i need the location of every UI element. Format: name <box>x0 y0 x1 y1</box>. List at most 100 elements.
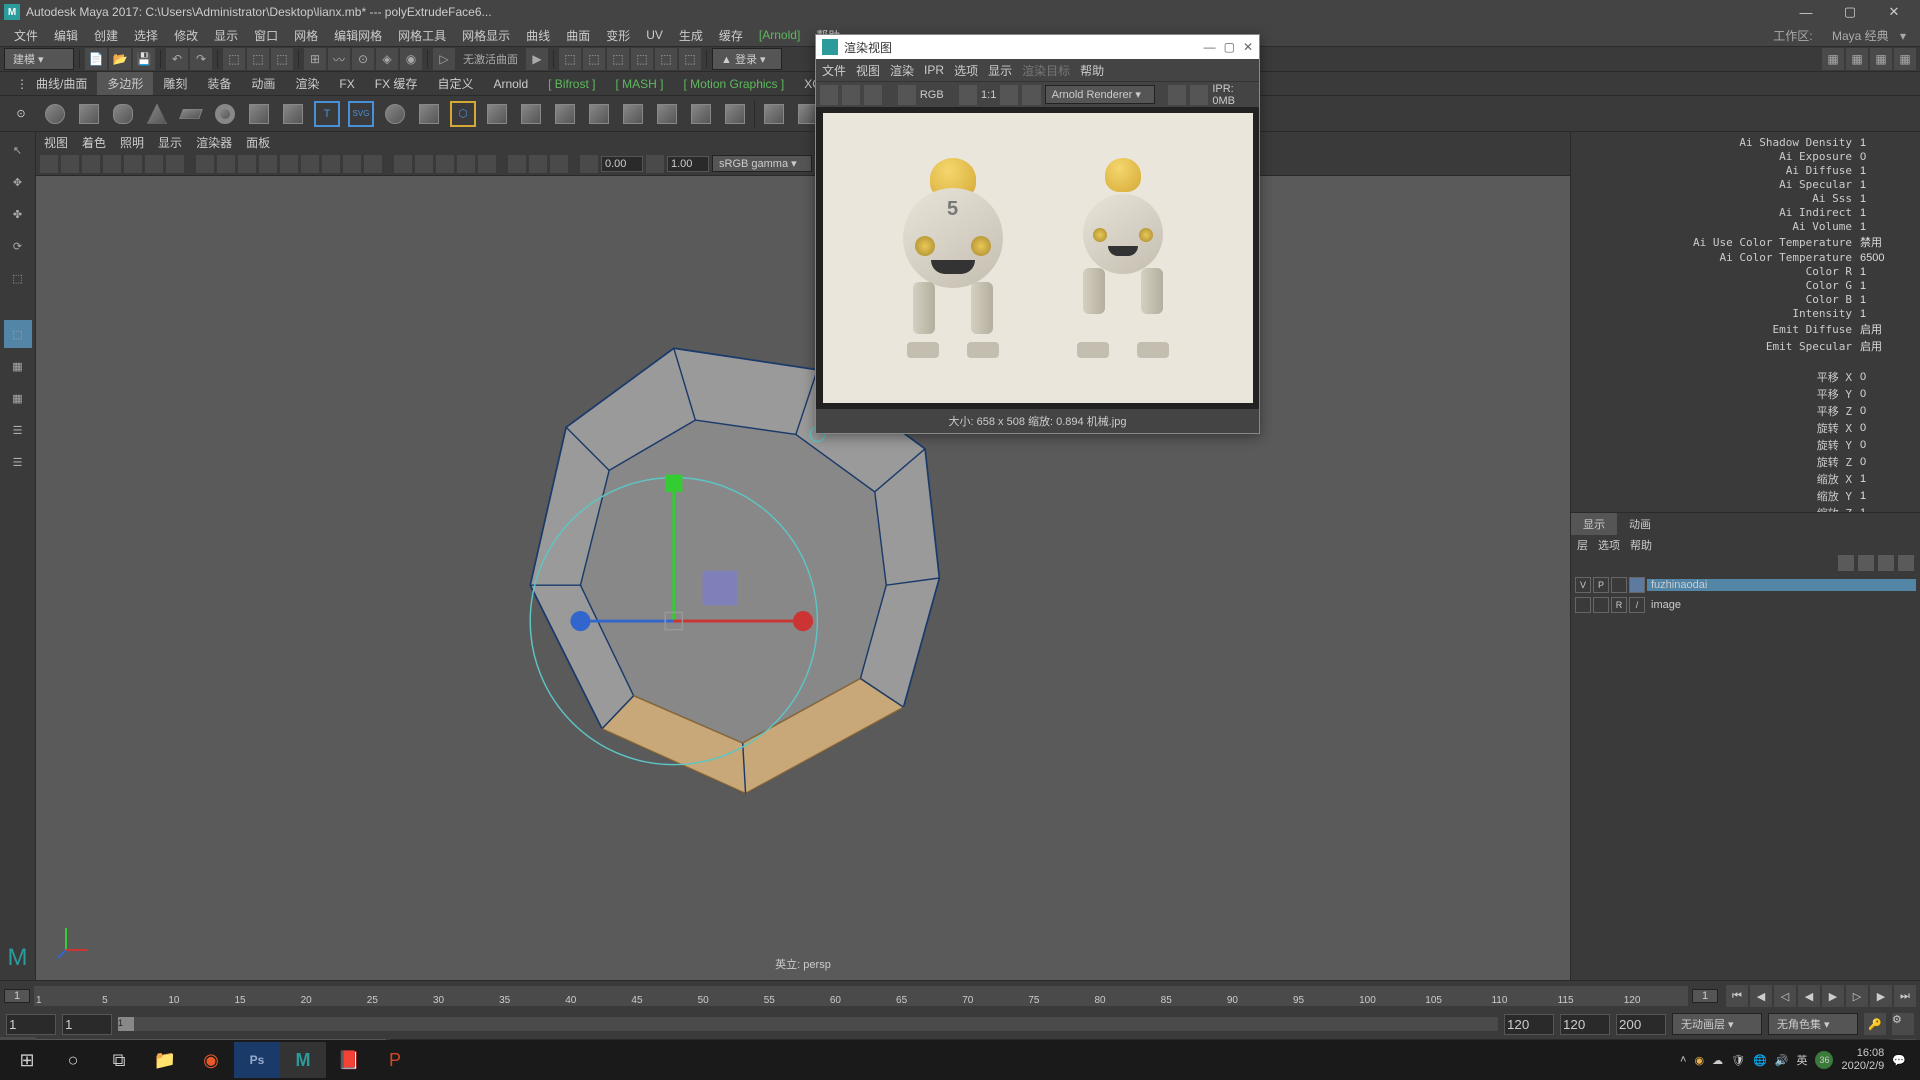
color-space-dropdown[interactable]: sRGB gamma ▾ <box>712 155 812 172</box>
undo-icon[interactable]: ↶ <box>166 48 188 70</box>
poly-plane-icon[interactable] <box>176 99 206 129</box>
vp-tool-icon[interactable] <box>550 155 568 173</box>
attr-value[interactable]: 1 <box>1860 207 1910 219</box>
snap-plane-icon[interactable]: ◈ <box>376 48 398 70</box>
attr-value[interactable]: 1 <box>1860 221 1910 233</box>
separate-icon[interactable] <box>516 99 546 129</box>
attr-value[interactable]: 0 <box>1860 439 1910 451</box>
range-end2-field[interactable] <box>1616 1014 1666 1035</box>
attr-value[interactable]: 1 <box>1860 490 1910 502</box>
shelf-tab[interactable]: 渲染 <box>285 72 329 95</box>
attr-value[interactable]: 1 <box>1860 137 1910 149</box>
layer-menu-item[interactable]: 帮助 <box>1630 537 1652 553</box>
vp-menu-item[interactable]: 显示 <box>158 134 182 151</box>
playback-end-field[interactable] <box>1504 1014 1554 1035</box>
shelf-tab[interactable]: [ MASH ] <box>605 74 673 94</box>
outliner-icon[interactable]: ☰ <box>4 416 32 444</box>
rotate-tool-icon[interactable]: ⟳ <box>4 232 32 260</box>
open-scene-icon[interactable]: 📂 <box>109 48 131 70</box>
vp-tool-icon[interactable] <box>478 155 496 173</box>
render-menu-item[interactable]: 文件 <box>822 62 846 79</box>
maya-taskbar-icon[interactable]: M <box>280 1042 326 1078</box>
login-dropdown[interactable]: ▲ 登录 ▾ <box>712 48 782 70</box>
shelf-tab[interactable]: Arnold <box>483 74 538 94</box>
menu-item[interactable]: 曲面 <box>558 24 598 47</box>
stop-icon[interactable] <box>1190 85 1208 105</box>
render-menu-item[interactable]: 选项 <box>954 62 978 79</box>
menu-item[interactable]: 变形 <box>598 24 638 47</box>
exposure-input[interactable] <box>601 156 643 172</box>
menu-item[interactable]: 缓存 <box>711 24 751 47</box>
vp-tool-icon[interactable] <box>580 155 598 173</box>
poly-platonic-icon[interactable] <box>414 99 444 129</box>
vp-tool-icon[interactable] <box>529 155 547 173</box>
attr-value[interactable]: 1 <box>1860 294 1910 306</box>
panel-toggle-icon[interactable]: ▦ <box>1822 48 1844 70</box>
vp-tool-icon[interactable] <box>364 155 382 173</box>
snap-point-icon[interactable]: ⊙ <box>352 48 374 70</box>
snap-grid-icon[interactable]: ⊞ <box>304 48 326 70</box>
vp-tool-icon[interactable] <box>415 155 433 173</box>
single-pane-icon[interactable]: ▦ <box>4 352 32 380</box>
layer-playback-toggle[interactable]: P <box>1593 577 1609 593</box>
minimize-button[interactable]: — <box>1204 40 1216 54</box>
select-tool-icon[interactable]: ↖ <box>4 136 32 164</box>
layer-menu-item[interactable]: 选项 <box>1598 537 1620 553</box>
shelf-tab[interactable]: 雕刻 <box>153 72 197 95</box>
render-menu-item[interactable]: 帮助 <box>1080 62 1104 79</box>
attr-value[interactable]: 1 <box>1860 179 1910 191</box>
type-tool-icon[interactable]: T <box>312 99 342 129</box>
layer-type-toggle[interactable] <box>1611 577 1627 593</box>
menu-set-dropdown[interactable]: 建模 ▾ <box>4 48 74 70</box>
pause-icon[interactable] <box>1168 85 1186 105</box>
notifications-icon[interactable]: 💬 <box>1892 1054 1906 1067</box>
keep-image-icon[interactable] <box>959 85 977 105</box>
layer-menu-item[interactable]: 层 <box>1577 537 1588 553</box>
play-back-icon[interactable]: ◀ <box>1798 985 1820 1007</box>
layer-color-swatch[interactable]: / <box>1629 597 1645 613</box>
layer-row[interactable]: V P fuzhinaodai <box>1571 575 1920 595</box>
close-button[interactable]: ✕ <box>1872 0 1916 24</box>
settings-icon[interactable] <box>1022 85 1040 105</box>
go-end-icon[interactable]: ⏭ <box>1894 985 1916 1007</box>
render-menu-item[interactable]: IPR <box>924 63 944 77</box>
menu-item[interactable]: 生成 <box>671 24 711 47</box>
vp-tool-icon[interactable] <box>166 155 184 173</box>
clock[interactable]: 16:082020/2/9 <box>1841 1047 1884 1073</box>
vp-tool-icon[interactable] <box>124 155 142 173</box>
render-menu-item[interactable]: 显示 <box>988 62 1012 79</box>
anim-layer-dropdown[interactable]: 无动画层 ▾ <box>1672 1013 1762 1035</box>
render-setup-icon[interactable]: ⬚ <box>679 48 701 70</box>
layer-up-icon[interactable] <box>1838 555 1854 571</box>
new-scene-icon[interactable]: 📄 <box>85 48 107 70</box>
doc-icon[interactable]: 📕 <box>326 1042 372 1078</box>
attr-value[interactable]: 启用 <box>1860 338 1910 354</box>
menu-item[interactable]: 选择 <box>126 24 166 47</box>
vp-tool-icon[interactable] <box>646 155 664 173</box>
vp-menu-item[interactable]: 视图 <box>44 134 68 151</box>
auto-key-icon[interactable]: 🔑 <box>1864 1013 1886 1035</box>
powerpoint-icon[interactable]: P <box>372 1042 418 1078</box>
append-icon[interactable] <box>720 99 750 129</box>
tray-icon[interactable]: 🛡 <box>1731 1054 1745 1067</box>
vp-menu-item[interactable]: 渲染器 <box>196 134 232 151</box>
render-menu-item[interactable]: 渲染 <box>890 62 914 79</box>
snap-live-icon[interactable]: ◉ <box>400 48 422 70</box>
render-icon[interactable] <box>820 85 838 105</box>
panel-toggle-icon[interactable]: ▦ <box>1894 48 1916 70</box>
persp-outliner-icon[interactable]: ☰ <box>4 448 32 476</box>
extrude-icon[interactable] <box>618 99 648 129</box>
app-icon[interactable]: ◉ <box>188 1042 234 1078</box>
make-live-icon[interactable]: ▶ <box>526 48 548 70</box>
network-icon[interactable]: 🌐 <box>1753 1054 1767 1067</box>
file-explorer-icon[interactable]: 📁 <box>142 1042 188 1078</box>
real-size-icon[interactable] <box>1000 85 1018 105</box>
menu-item[interactable]: 修改 <box>166 24 206 47</box>
current-frame-field[interactable]: 1 <box>1692 989 1718 1003</box>
layer-type-toggle[interactable]: R <box>1611 597 1627 613</box>
svg-tool-icon[interactable]: SVG <box>346 99 376 129</box>
menu-item[interactable]: 网格 <box>286 24 326 47</box>
menu-item[interactable]: 显示 <box>206 24 246 47</box>
vp-tool-icon[interactable] <box>217 155 235 173</box>
poly-cube-icon[interactable] <box>74 99 104 129</box>
